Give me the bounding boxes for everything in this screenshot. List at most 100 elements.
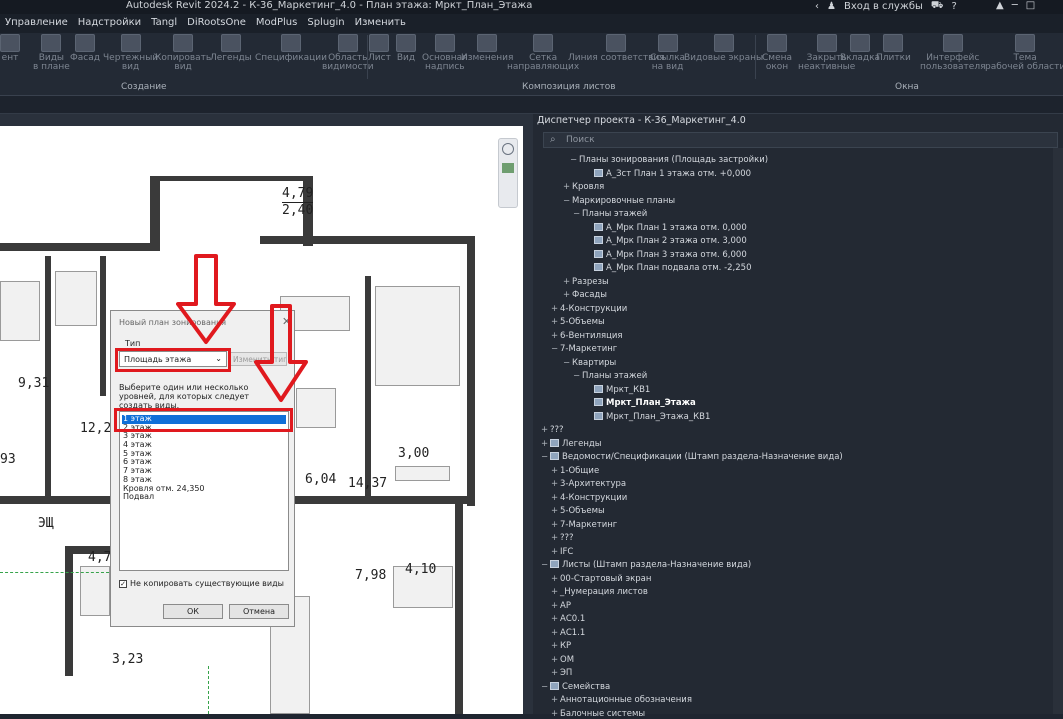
menu-item[interactable]: Надстройки xyxy=(73,17,146,28)
back-icon[interactable]: ‹ xyxy=(815,1,819,12)
zoom-icon[interactable] xyxy=(502,163,514,173)
menu-item[interactable]: Tangl xyxy=(146,17,182,28)
collapse-icon[interactable]: − xyxy=(541,560,550,570)
expand-icon[interactable]: + xyxy=(551,304,560,314)
cart-icon[interactable]: ⛟ xyxy=(931,0,944,13)
tree-item[interactable]: Мркт_План_Этажа xyxy=(585,398,696,408)
ribbon-button[interactable]: Изменения xyxy=(461,34,513,63)
ribbon-button[interactable]: Виды в плане xyxy=(33,34,70,72)
tree-item[interactable]: +3-Архитектура xyxy=(551,479,626,489)
expand-icon[interactable]: + xyxy=(541,425,550,435)
ribbon-button[interactable]: Смена окон xyxy=(762,34,792,72)
expand-icon[interactable]: + xyxy=(551,493,560,503)
expand-icon[interactable]: + xyxy=(551,641,560,651)
tree-item[interactable]: − Планы зонирования (Площадь застройки) xyxy=(570,155,768,165)
ribbon-button[interactable]: Копировать вид xyxy=(155,34,211,72)
tree-item[interactable]: + Разрезы xyxy=(563,277,609,287)
collapse-icon[interactable]: − xyxy=(573,371,582,381)
tree-item[interactable]: + АР xyxy=(551,601,571,611)
menu-item[interactable]: Изменить xyxy=(350,17,411,28)
expand-icon[interactable]: + xyxy=(551,547,560,557)
maximize-icon[interactable]: □ xyxy=(1026,0,1035,11)
expand-icon[interactable]: + xyxy=(551,466,560,476)
browser-search[interactable]: ⌕ Поиск xyxy=(543,132,1058,148)
tree-item[interactable]: −7-Маркетинг xyxy=(551,344,617,354)
tree-item[interactable]: + Кровля xyxy=(563,182,604,192)
tree-item[interactable]: + КР xyxy=(551,641,571,651)
expand-icon[interactable]: + xyxy=(551,479,560,489)
expand-icon[interactable]: + xyxy=(551,668,560,678)
minimize-icon[interactable]: ─ xyxy=(1012,0,1018,11)
expand-icon[interactable]: + xyxy=(551,331,560,341)
tree-item[interactable]: +??? xyxy=(541,425,564,435)
tree-item[interactable]: − Маркировочные планы xyxy=(563,196,675,206)
tree-item[interactable]: + Фасады xyxy=(563,290,607,300)
expand-icon[interactable]: + xyxy=(551,533,560,543)
expand-icon[interactable]: + xyxy=(541,439,550,449)
tree-item[interactable]: +??? xyxy=(551,533,574,543)
canvas-scrollbar[interactable] xyxy=(523,114,533,714)
ok-button[interactable]: ОК xyxy=(163,604,223,619)
level-item[interactable]: Подвал xyxy=(122,492,286,502)
menu-item[interactable]: Splugin xyxy=(302,17,349,28)
collapse-icon[interactable]: − xyxy=(570,155,579,165)
ribbon-button[interactable]: Ссылка на вид xyxy=(650,34,685,72)
expand-icon[interactable]: + xyxy=(551,614,560,624)
tree-item[interactable]: А_Мрк План 1 этажа отм. 0,000 xyxy=(585,222,747,233)
tree-item[interactable]: +1-Общие xyxy=(551,466,599,476)
expand-icon[interactable]: + xyxy=(551,520,560,530)
ribbon-button[interactable]: ент xyxy=(0,34,20,63)
ribbon-button[interactable]: Лист xyxy=(368,34,391,63)
expand-icon[interactable]: + xyxy=(551,601,560,611)
collapse-icon[interactable]: − xyxy=(563,196,572,206)
ribbon-button[interactable]: Плитки xyxy=(876,34,911,63)
skip-existing-checkbox[interactable]: ✓ Не копировать существующие виды xyxy=(119,579,284,588)
ribbon-button[interactable]: Область видимости xyxy=(322,34,374,72)
menu-item[interactable]: Управление xyxy=(0,17,73,28)
tree-item[interactable]: − Планы этажей xyxy=(573,209,647,219)
tree-item[interactable]: + АС1.1 xyxy=(551,628,585,638)
ribbon-button[interactable]: Интерфейс пользователя xyxy=(920,34,986,72)
tree-item[interactable]: А_Мрк План 2 этажа отм. 3,000 xyxy=(585,236,747,246)
checkbox-box[interactable]: ✓ xyxy=(119,579,127,588)
tree-item[interactable]: + _Нумерация листов xyxy=(551,587,648,597)
collapse-icon[interactable]: − xyxy=(541,452,550,462)
tree-item[interactable]: + ОМ xyxy=(551,655,574,665)
tree-item[interactable]: Мркт_План_Этажа_КВ1 xyxy=(585,411,710,422)
steering-wheel-icon[interactable] xyxy=(502,143,514,155)
ribbon-button[interactable]: Легенды xyxy=(210,34,252,63)
expand-icon[interactable]: + xyxy=(551,695,560,705)
collapse-icon[interactable]: − xyxy=(551,344,560,354)
tree-item[interactable]: + Аннотационные обозначения xyxy=(551,695,692,705)
expand-icon[interactable]: + xyxy=(551,587,560,597)
tree-item[interactable]: +5-Объемы xyxy=(551,506,605,516)
tree-item[interactable]: − Квартиры xyxy=(563,358,616,368)
tree-item[interactable]: А_Зст План 1 этажа отм. +0,000 xyxy=(585,168,751,179)
tree-item[interactable]: + АС0.1 xyxy=(551,614,585,624)
ribbon-button[interactable]: Вид xyxy=(396,34,416,63)
ribbon-button[interactable]: Видовые экраны xyxy=(684,34,763,63)
tree-item[interactable]: − Планы этажей xyxy=(573,371,647,381)
expand-icon[interactable]: + xyxy=(563,290,572,300)
tree-item[interactable]: +00-Стартовый экран xyxy=(551,574,651,584)
ribbon-button[interactable]: Вкладка xyxy=(840,34,880,63)
expand-icon[interactable]: + xyxy=(551,574,560,584)
login-button[interactable]: Вход в службы xyxy=(844,1,923,12)
collapse-icon[interactable]: − xyxy=(573,209,582,219)
navigation-bar[interactable] xyxy=(498,138,518,208)
tree-item[interactable]: + IFC xyxy=(551,547,573,557)
tree-item[interactable]: − Листы (Штамп раздела-Назначение вида) xyxy=(541,560,751,570)
expand-icon[interactable]: + xyxy=(551,317,560,327)
tree-item[interactable]: + ЭП xyxy=(551,668,572,678)
tree-item[interactable]: Мркт_КВ1 xyxy=(585,384,650,395)
tree-item[interactable]: +7-Маркетинг xyxy=(551,520,617,530)
tree-item[interactable]: А_Мрк План 3 этажа отм. 6,000 xyxy=(585,249,747,260)
menu-item[interactable]: DiRootsOne xyxy=(182,17,251,28)
expand-icon[interactable]: + xyxy=(551,628,560,638)
expand-icon[interactable]: + xyxy=(563,182,572,192)
tree-item[interactable]: − Ведомости/Спецификации (Штамп раздела-Н… xyxy=(541,452,843,462)
tree-item[interactable]: + Легенды xyxy=(541,438,601,449)
collapse-icon[interactable]: − xyxy=(563,358,572,368)
expand-icon[interactable]: + xyxy=(551,506,560,516)
tree-item[interactable]: +4-Конструкции xyxy=(551,493,627,503)
